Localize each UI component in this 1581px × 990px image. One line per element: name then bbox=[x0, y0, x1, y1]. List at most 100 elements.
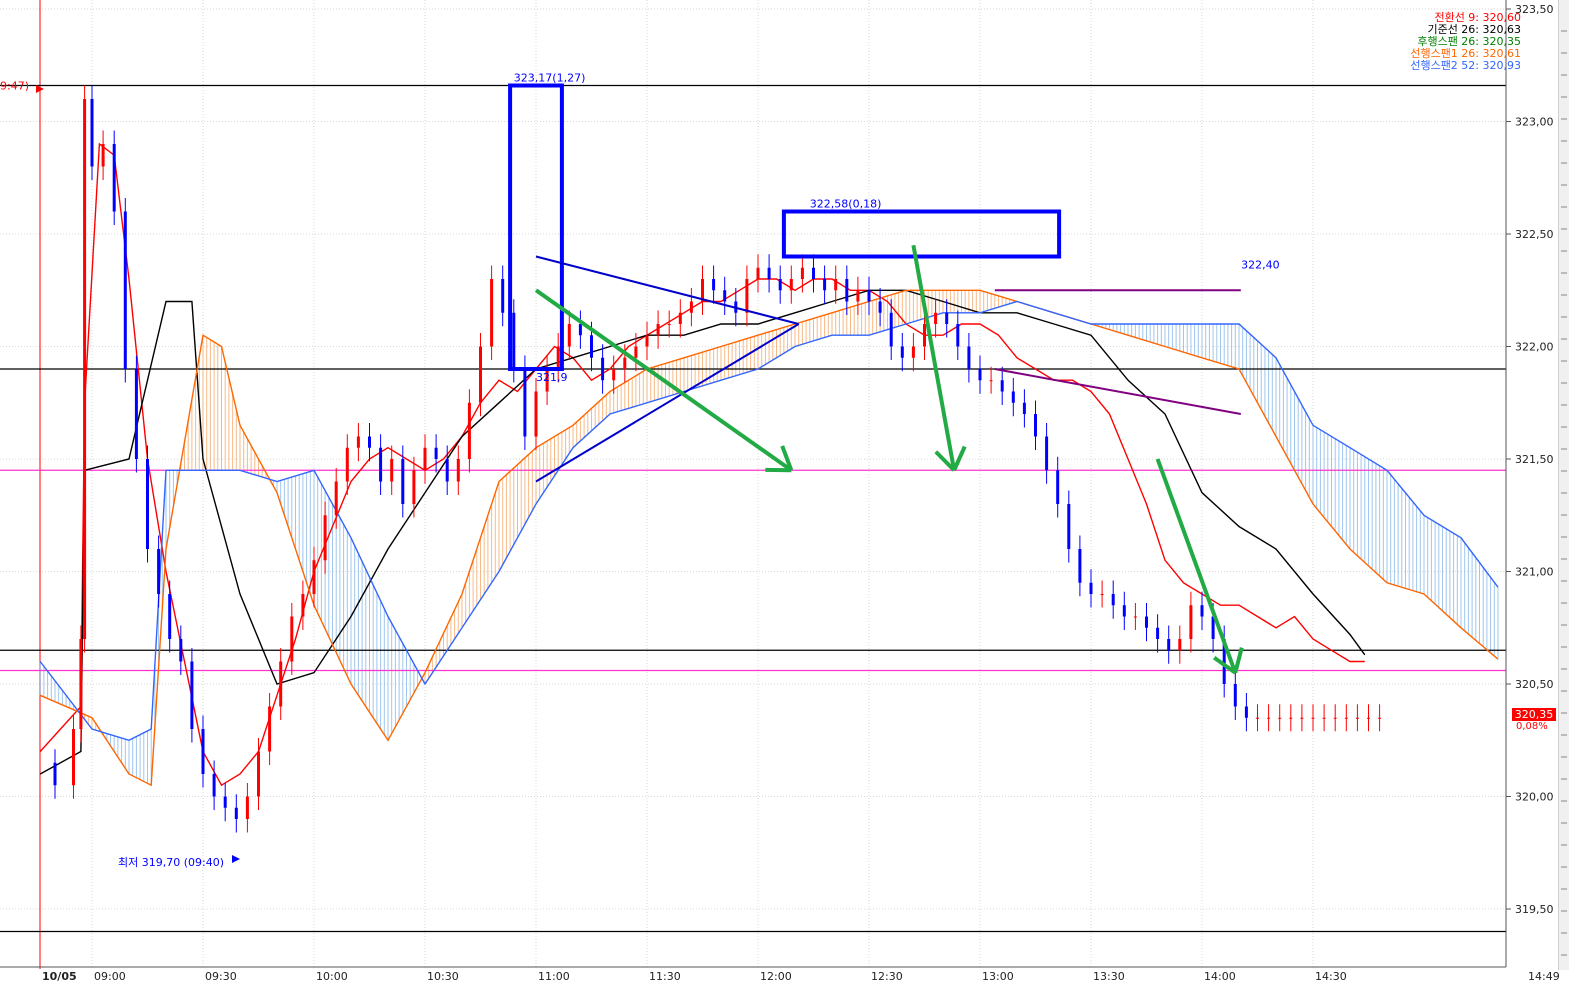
candle-body bbox=[856, 290, 860, 302]
scale-tick bbox=[1561, 712, 1567, 714]
candle-body bbox=[412, 470, 416, 504]
candle-body bbox=[83, 99, 87, 639]
scale-tick bbox=[1561, 822, 1567, 824]
x-tick-label: 11:00 bbox=[538, 970, 570, 983]
scale-tick bbox=[1561, 492, 1567, 494]
y-tick-label: 321,50 bbox=[1515, 453, 1554, 466]
candle-body bbox=[1100, 594, 1104, 595]
scale-tick bbox=[1561, 888, 1567, 890]
candle-body bbox=[501, 279, 505, 313]
y-tick-label: 322,00 bbox=[1515, 341, 1554, 354]
candle-body bbox=[645, 335, 649, 347]
scale-tick bbox=[1561, 800, 1567, 802]
scale-tick bbox=[1561, 316, 1567, 318]
tenkan-line bbox=[39, 142, 1365, 787]
x-tick-label: 10/05 bbox=[42, 970, 77, 983]
candle-body bbox=[1045, 436, 1049, 471]
candle-body bbox=[334, 481, 338, 516]
x-tick-label: 10:30 bbox=[427, 970, 459, 983]
scale-tick bbox=[1561, 74, 1567, 76]
scale-tick bbox=[1561, 52, 1567, 54]
candle-body bbox=[101, 144, 105, 167]
channel-lower-line bbox=[994, 368, 1241, 415]
candle-body bbox=[989, 380, 993, 382]
candle-body bbox=[767, 267, 771, 279]
left-marker-label: 9:47) bbox=[0, 80, 29, 93]
scale-tick bbox=[1561, 250, 1567, 252]
x-tick-label: 13:00 bbox=[982, 970, 1014, 983]
candle-body bbox=[1333, 717, 1337, 719]
y-tick-label: 323,00 bbox=[1515, 116, 1554, 129]
trend-drawings bbox=[508, 83, 1244, 675]
candle-body bbox=[1067, 504, 1071, 549]
candle-body bbox=[800, 267, 804, 279]
candle-body bbox=[445, 459, 449, 482]
candle-body bbox=[72, 729, 75, 786]
x-tick-label: 14:00 bbox=[1204, 970, 1236, 983]
candle-body bbox=[612, 369, 616, 381]
candle-body bbox=[556, 346, 560, 369]
scale-tick bbox=[1561, 690, 1567, 692]
candle-body bbox=[223, 796, 227, 808]
candle-body bbox=[845, 279, 849, 302]
candle-body bbox=[479, 346, 482, 403]
candle-body bbox=[1355, 717, 1359, 719]
scale-tick bbox=[1561, 382, 1567, 384]
scale-tick bbox=[1561, 360, 1567, 362]
candle-body bbox=[1178, 639, 1182, 651]
candle-body bbox=[290, 616, 294, 662]
candle-body bbox=[601, 357, 605, 381]
scale-tick bbox=[1561, 184, 1567, 186]
scale-tick bbox=[1561, 140, 1567, 142]
candle-body bbox=[53, 762, 57, 786]
candle-body bbox=[1367, 717, 1370, 719]
candle-body bbox=[778, 279, 782, 291]
candle-body bbox=[301, 594, 305, 617]
x-tick-label: 12:30 bbox=[871, 970, 903, 983]
price-chart: 10/05 09:00 09:30 10:00 10:30 11:00 11:30 12:00… bbox=[0, 0, 1560, 983]
candle-body bbox=[900, 346, 904, 358]
candle-body bbox=[123, 211, 127, 369]
candle-body bbox=[534, 391, 538, 437]
candle-body bbox=[390, 459, 394, 482]
candle-body bbox=[1111, 594, 1115, 606]
candle-body bbox=[90, 99, 94, 167]
last-price-badge: 320,35 bbox=[1512, 708, 1556, 721]
scale-tick bbox=[1561, 514, 1567, 516]
candle-body bbox=[823, 279, 827, 291]
candle-body bbox=[923, 324, 926, 347]
candle-body bbox=[745, 279, 749, 313]
high-box bbox=[508, 83, 564, 371]
candle-body bbox=[889, 312, 893, 347]
candle-body bbox=[1378, 717, 1382, 719]
candle-body bbox=[168, 594, 172, 639]
candle-body bbox=[423, 447, 427, 471]
price-scale-scrollbar[interactable] bbox=[1558, 0, 1569, 970]
candle-body bbox=[490, 279, 494, 347]
candle-body bbox=[512, 312, 516, 369]
candle-body bbox=[1011, 391, 1015, 403]
candle-body bbox=[1167, 639, 1171, 651]
low-pointer-arrow bbox=[232, 855, 240, 863]
resistance-box-label: 322,58(0,18) bbox=[810, 198, 882, 211]
y-tick-label: 320,00 bbox=[1515, 791, 1554, 804]
candle-body bbox=[956, 324, 960, 347]
candle-body bbox=[146, 459, 149, 549]
candle-body bbox=[656, 324, 660, 336]
scale-tick bbox=[1561, 844, 1567, 846]
candle-body bbox=[1056, 470, 1060, 504]
x-tick-label: 14:30 bbox=[1315, 970, 1347, 983]
candle-body bbox=[379, 447, 383, 482]
scale-tick bbox=[1561, 756, 1567, 758]
candle-body bbox=[1122, 605, 1126, 617]
y-tick-label: 322,50 bbox=[1515, 228, 1554, 241]
scale-tick bbox=[1561, 646, 1567, 648]
scale-tick bbox=[1561, 404, 1567, 406]
candle-body bbox=[756, 267, 760, 279]
scale-tick bbox=[1561, 866, 1567, 868]
x-tick-label: 11:30 bbox=[649, 970, 681, 983]
low-price-label: 최저 319,70 (09:40) bbox=[118, 856, 224, 869]
last-price-change: 0,08% bbox=[1516, 721, 1548, 732]
y-tick-label: 320,50 bbox=[1515, 678, 1554, 691]
candle-body bbox=[1089, 582, 1093, 594]
